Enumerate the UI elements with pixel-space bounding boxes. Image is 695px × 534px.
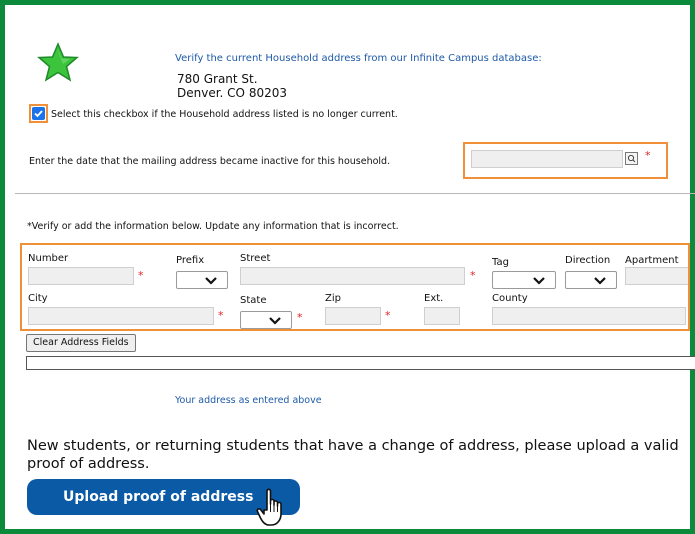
county-input[interactable] <box>492 307 686 325</box>
zip-input[interactable] <box>325 307 381 325</box>
household-address-line2: Denver. CO 80203 <box>177 86 287 100</box>
direction-select[interactable] <box>565 271 617 289</box>
verify-household-title: Verify the current Household address fro… <box>175 53 542 64</box>
verify-add-note: *Verify or add the information below. Up… <box>27 221 399 232</box>
ext-label: Ext. <box>424 293 444 304</box>
state-label: State <box>240 295 267 306</box>
tag-label: Tag <box>492 257 509 268</box>
your-address-label: Your address as entered above <box>175 395 322 406</box>
chevron-down-icon <box>533 277 545 285</box>
page-frame: Verify the current Household address fro… <box>0 0 695 534</box>
apartment-label: Apartment <box>625 255 679 266</box>
inactive-date-input[interactable] <box>471 150 623 168</box>
zip-label: Zip <box>325 293 341 304</box>
required-marker: * <box>138 269 144 282</box>
apartment-input[interactable] <box>625 267 688 285</box>
inactive-date-highlight: * <box>463 142 668 179</box>
chevron-down-icon <box>205 277 217 285</box>
inactive-checkbox-label: Select this checkbox if the Household ad… <box>51 109 398 120</box>
section-divider <box>15 193 695 194</box>
prefix-select[interactable] <box>176 271 228 289</box>
county-label: County <box>492 293 528 304</box>
direction-label: Direction <box>565 255 611 266</box>
required-marker: * <box>470 269 476 282</box>
proof-of-address-note: New students, or returning students that… <box>27 438 679 472</box>
required-marker: * <box>385 309 391 322</box>
star-icon <box>37 42 79 82</box>
address-preview-field <box>26 356 695 370</box>
number-input[interactable] <box>28 267 134 285</box>
pointing-hand-cursor-icon <box>256 488 282 526</box>
number-label: Number <box>28 253 69 264</box>
clear-address-fields-button[interactable]: Clear Address Fields <box>26 334 136 352</box>
calendar-icon[interactable] <box>625 152 638 165</box>
required-marker: * <box>645 149 651 162</box>
household-address-line1: 780 Grant St. <box>177 72 258 86</box>
address-fields-highlight: Number Prefix Street Tag Direction Apart… <box>20 243 690 331</box>
required-marker: * <box>218 309 224 322</box>
city-label: City <box>28 293 48 304</box>
required-marker: * <box>297 311 303 324</box>
state-select[interactable] <box>240 311 292 329</box>
street-input[interactable] <box>240 267 465 285</box>
city-input[interactable] <box>28 307 214 325</box>
inactive-address-checkbox[interactable] <box>32 107 45 120</box>
tag-select[interactable] <box>492 271 556 289</box>
chevron-down-icon <box>594 277 606 285</box>
inactive-checkbox-highlight <box>29 104 48 123</box>
inactive-date-label: Enter the date that the mailing address … <box>29 156 391 167</box>
checkmark-icon <box>34 110 43 118</box>
street-label: Street <box>240 253 271 264</box>
chevron-down-icon <box>269 317 281 325</box>
prefix-label: Prefix <box>176 255 205 266</box>
ext-input[interactable] <box>424 307 460 325</box>
